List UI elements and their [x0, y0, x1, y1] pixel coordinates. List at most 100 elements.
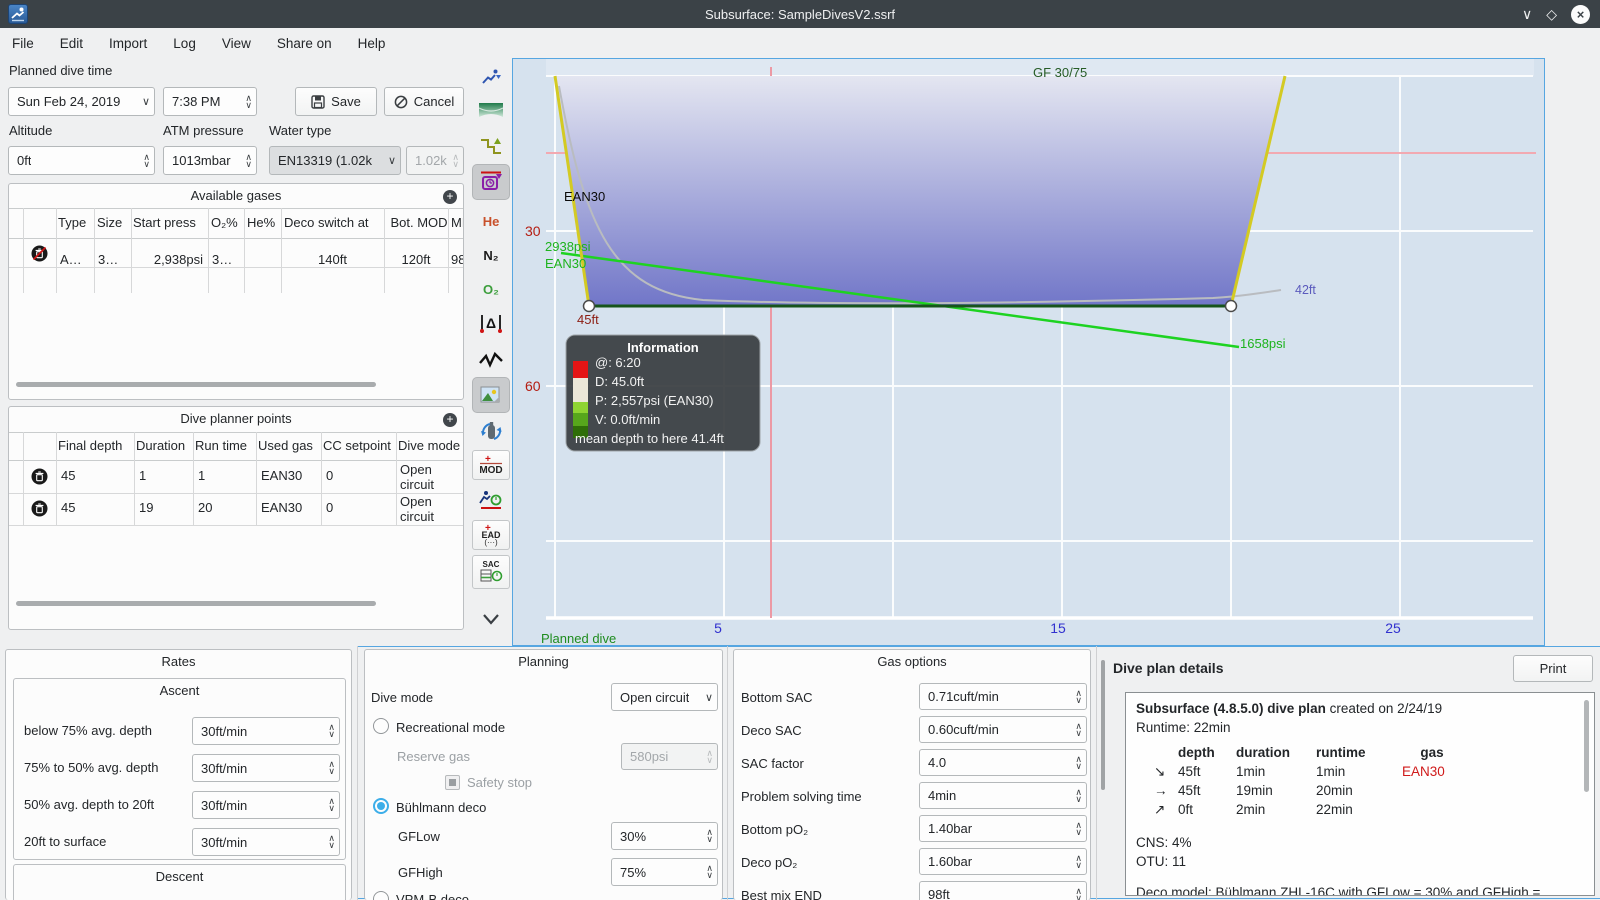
deco-po2-spinbox[interactable]: 1.60bar	[919, 848, 1087, 875]
point-depth-cell[interactable]: 45	[61, 500, 131, 515]
point-runtime-cell[interactable]: 20	[198, 500, 252, 515]
dive-date-combobox[interactable]: Sun Feb 24, 2019	[8, 87, 155, 116]
toolbar-ceiling-button[interactable]	[472, 96, 510, 126]
point-gas-cell[interactable]: EAN30	[261, 468, 317, 483]
toolbar-scroll-down-button[interactable]	[472, 604, 510, 634]
point-setpoint-cell[interactable]: 0	[326, 468, 392, 483]
toolbar-tankbar-button[interactable]	[472, 416, 510, 446]
close-icon[interactable]: ×	[1571, 4, 1590, 24]
delete-gas-button[interactable]	[31, 245, 48, 265]
spinner-arrows-icon[interactable]	[1071, 756, 1082, 770]
points-hscrollbar[interactable]	[16, 601, 376, 606]
spinner-arrows-icon[interactable]	[1071, 855, 1082, 869]
spinner-arrows-icon[interactable]	[241, 95, 252, 109]
dive-plan-text[interactable]: Subsurface (4.8.5.0) dive plan created o…	[1125, 692, 1595, 896]
gas-deco-cell[interactable]: 140ft	[284, 252, 381, 267]
toolbar-phe-button[interactable]: He	[472, 206, 510, 236]
toolbar-mod-button[interactable]: + MOD	[472, 450, 510, 480]
delete-point-button[interactable]	[31, 500, 48, 520]
point-duration-cell[interactable]: 19	[139, 500, 189, 515]
chevron-down-icon[interactable]	[701, 691, 713, 704]
spinner-arrows-icon[interactable]	[1071, 690, 1082, 704]
rate-spinbox-4[interactable]: 30ft/min	[192, 828, 340, 856]
bottom-sac-spinbox[interactable]: 0.71cuft/min	[919, 683, 1087, 710]
spinner-arrows-icon[interactable]	[1071, 789, 1082, 803]
deco-sac-spinbox[interactable]: 0.60cuft/min	[919, 716, 1087, 743]
vpmb-deco-radio[interactable]	[373, 891, 389, 900]
gfhigh-spinbox[interactable]: 75%	[611, 858, 718, 886]
minimize-icon[interactable]: ∨	[1522, 5, 1532, 23]
gases-hscrollbar[interactable]	[16, 382, 376, 387]
point-gas-cell[interactable]: EAN30	[261, 500, 317, 515]
menu-view[interactable]: View	[222, 36, 251, 51]
delete-point-button[interactable]	[31, 468, 48, 488]
save-button[interactable]: Save	[295, 87, 377, 116]
chevron-down-icon[interactable]	[384, 154, 396, 167]
menu-share-on[interactable]: Share on	[277, 36, 332, 51]
gas-o2-cell[interactable]: 3…	[212, 252, 242, 267]
spinner-arrows-icon[interactable]	[324, 761, 335, 775]
buhlmann-deco-radio[interactable]	[373, 798, 389, 814]
point-runtime-cell[interactable]: 1	[198, 468, 252, 483]
waypoint-handle[interactable]	[1224, 299, 1238, 313]
chevron-down-icon[interactable]	[138, 95, 150, 108]
point-mode-cell[interactable]: Open circuit	[400, 494, 463, 524]
problem-time-spinbox[interactable]: 4min	[919, 782, 1087, 809]
menu-log[interactable]: Log	[173, 36, 196, 51]
water-type-combobox[interactable]: EN13319 (1.02k	[269, 146, 401, 175]
toolbar-ruler-button[interactable]: Δ	[472, 308, 510, 338]
sac-factor-spinbox[interactable]: 4.0	[919, 749, 1087, 776]
print-button[interactable]: Print	[1513, 655, 1593, 682]
gas-size-cell[interactable]: 3…	[98, 252, 129, 267]
toolbar-setpoint-button[interactable]	[472, 164, 510, 200]
details-vscrollbar[interactable]	[1101, 660, 1105, 790]
point-setpoint-cell[interactable]: 0	[326, 500, 392, 515]
toolbar-deco-time-button[interactable]	[472, 485, 510, 515]
maximize-icon[interactable]: ◇	[1546, 5, 1557, 23]
toolbar-calc-ceiling-button[interactable]	[472, 131, 510, 161]
point-duration-cell[interactable]: 1	[139, 468, 189, 483]
toolbar-ead-button[interactable]: + EAD (···)	[472, 520, 510, 550]
cancel-button[interactable]: Cancel	[384, 87, 464, 116]
spinner-arrows-icon[interactable]	[241, 154, 252, 168]
spinner-arrows-icon[interactable]	[139, 154, 150, 168]
spinner-arrows-icon[interactable]	[324, 798, 335, 812]
rate-spinbox-3[interactable]: 30ft/min	[192, 791, 340, 819]
menu-import[interactable]: Import	[109, 36, 147, 51]
altitude-spinbox[interactable]: 0ft	[8, 146, 155, 175]
gflow-spinbox[interactable]: 30%	[611, 822, 718, 850]
spinner-arrows-icon[interactable]	[324, 724, 335, 738]
menu-file[interactable]: File	[12, 36, 34, 51]
add-point-button[interactable]	[443, 413, 457, 427]
add-gas-button[interactable]	[443, 190, 457, 204]
toolbar-profile-button[interactable]	[472, 62, 510, 92]
dive-time-spinbox[interactable]: 7:38 PM	[163, 87, 257, 116]
toolbar-heartrate-button[interactable]	[472, 344, 510, 374]
spinner-arrows-icon[interactable]	[702, 865, 713, 879]
spinner-arrows-icon[interactable]	[1071, 723, 1082, 737]
toolbar-pn2-button[interactable]: N₂	[472, 240, 510, 270]
gas-press-cell[interactable]: 2,938psi	[133, 252, 203, 267]
spinner-arrows-icon[interactable]	[324, 835, 335, 849]
point-depth-cell[interactable]: 45	[61, 468, 131, 483]
dive-mode-combobox[interactable]: Open circuit	[611, 683, 718, 711]
toolbar-photos-button[interactable]	[472, 377, 510, 413]
waypoint-handle[interactable]	[582, 299, 596, 313]
gas-type-cell[interactable]: A…	[60, 252, 94, 267]
menu-edit[interactable]: Edit	[60, 36, 83, 51]
gas-mnd-cell[interactable]: 98ft	[451, 252, 463, 267]
toolbar-sac-button[interactable]: SAC	[472, 555, 510, 589]
plan-text-vscrollbar[interactable]	[1584, 700, 1589, 792]
toolbar-po2-button[interactable]: O₂	[472, 274, 510, 304]
menu-help[interactable]: Help	[358, 36, 386, 51]
best-mix-end-spinbox[interactable]: 98ft	[919, 881, 1087, 900]
rate-spinbox-1[interactable]: 30ft/min	[192, 717, 340, 745]
bottom-po2-spinbox[interactable]: 1.40bar	[919, 815, 1087, 842]
atm-pressure-spinbox[interactable]: 1013mbar	[163, 146, 257, 175]
dive-profile-chart[interactable]: GF 30/75 30 60 5 15 25 EAN30 2938psi EAN…	[512, 58, 1545, 646]
spinner-arrows-icon[interactable]	[1071, 822, 1082, 836]
spinner-arrows-icon[interactable]	[1071, 888, 1082, 900]
gas-mod-cell[interactable]: 120ft	[387, 252, 445, 267]
recreational-mode-radio[interactable]	[373, 718, 389, 734]
point-mode-cell[interactable]: Open circuit	[400, 462, 463, 492]
